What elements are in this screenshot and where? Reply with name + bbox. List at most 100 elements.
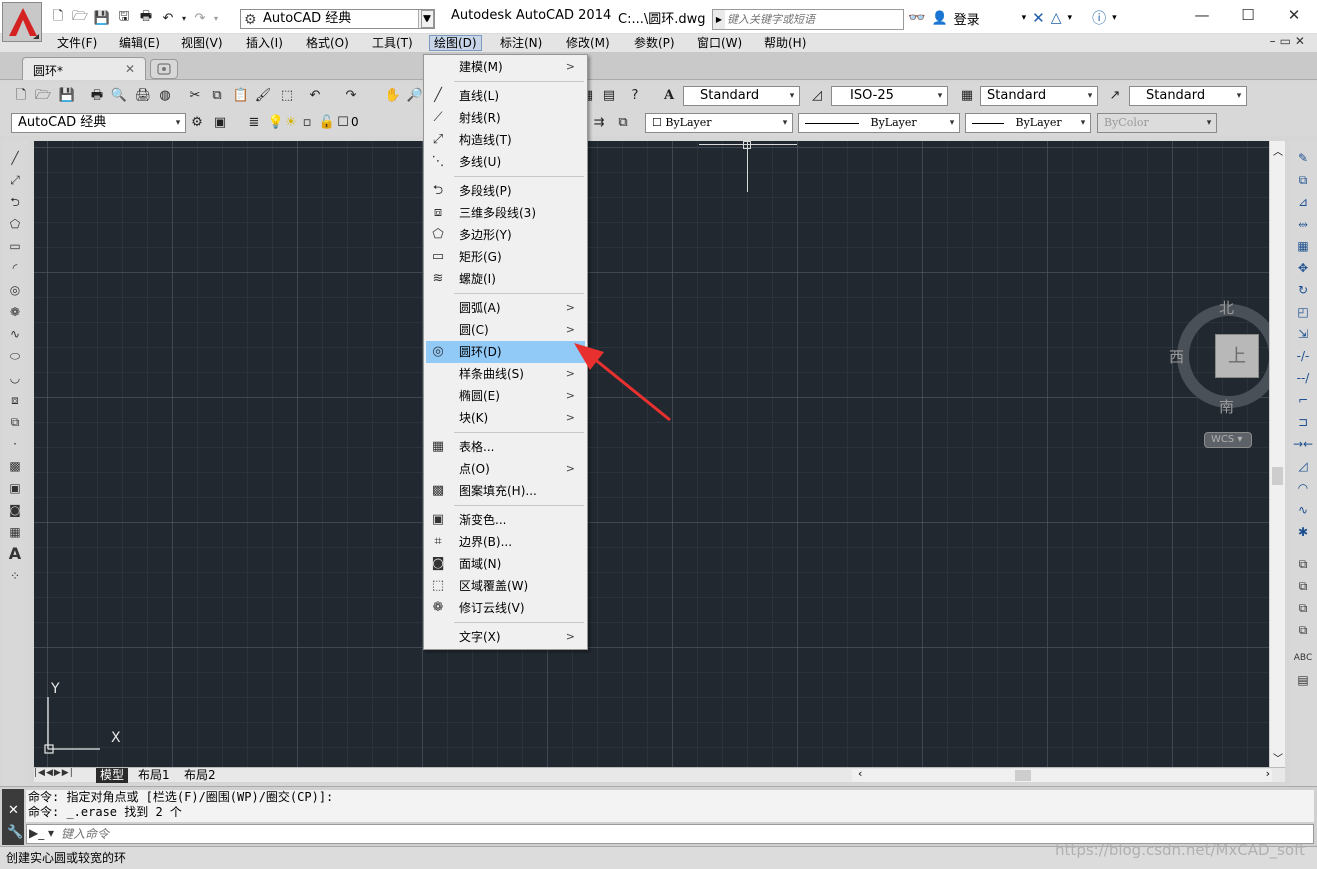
insert-block-icon[interactable]: ⧈ xyxy=(5,390,25,410)
customize-icon[interactable]: 🔧 xyxy=(7,825,23,840)
multileader-style-select[interactable]: Standard ▾ xyxy=(1129,86,1247,106)
scroll-left-icon[interactable]: ‹ xyxy=(858,767,862,780)
close-icon[interactable]: ✕ xyxy=(1271,0,1317,30)
login-dropdown-icon[interactable]: ▾ xyxy=(1022,13,1027,23)
a360-icon[interactable]: △ xyxy=(1051,10,1062,26)
layer-viewport-icon[interactable]: ▫ xyxy=(298,114,316,132)
draworder-above-icon[interactable]: ⧉ xyxy=(1293,598,1313,618)
dim-style-select[interactable]: ISO-25 ▾ xyxy=(831,86,948,106)
chamfer-icon[interactable]: ◿ xyxy=(1293,456,1313,476)
ellipse-icon[interactable]: ⬭ xyxy=(5,346,25,366)
menu-item-revcloud[interactable]: ❁ 修订云线(V) xyxy=(426,597,585,619)
close-command-line-icon[interactable]: ✕ xyxy=(8,803,19,818)
menu-item-3dpoly[interactable]: ⧈ 三维多段线(3) xyxy=(426,202,585,224)
menu-item-polyline[interactable]: ⮌ 多段线(P) xyxy=(426,180,585,202)
redo-dropdown-icon[interactable]: ▾ xyxy=(212,8,220,28)
maximize-icon[interactable]: ☐ xyxy=(1225,0,1271,30)
menu-item-arc[interactable]: 圆弧(A) > xyxy=(426,297,585,319)
menu-window[interactable]: 窗口(W) xyxy=(693,35,746,51)
ellipse-arc-icon[interactable]: ◡ xyxy=(5,368,25,388)
scale-icon[interactable]: ◰ xyxy=(1293,302,1313,322)
mtext-icon[interactable]: A xyxy=(5,544,25,564)
explode-icon[interactable]: ✱ xyxy=(1293,522,1313,542)
menu-item-multiline[interactable]: ⋱ 多线(U) xyxy=(426,151,585,173)
draworder-front-icon[interactable]: ⧉ xyxy=(1293,554,1313,574)
compass-west[interactable]: 西 xyxy=(1169,346,1184,367)
scroll-up-icon[interactable]: ︿ xyxy=(1273,143,1283,158)
arc-icon[interactable]: ◜ xyxy=(5,258,25,278)
layer-color-swatch[interactable]: ☐ xyxy=(334,114,352,132)
open-file-icon[interactable]: 🗁 xyxy=(70,8,90,28)
command-prompt-icon[interactable]: ▶_ ▾ xyxy=(29,826,54,840)
menu-item-polygon[interactable]: ⬠ 多边形(Y) xyxy=(426,224,585,246)
move-icon[interactable]: ✥ xyxy=(1293,258,1313,278)
print-icon[interactable]: 🖶 xyxy=(136,8,156,28)
offset-icon[interactable]: ⥈ xyxy=(1293,214,1313,234)
workspace-select-toolbar[interactable]: AutoCAD 经典 ▾ xyxy=(11,113,186,133)
menu-item-region[interactable]: ◙ 面域(N) xyxy=(426,553,585,575)
application-menu-button[interactable] xyxy=(2,2,42,42)
hatch-back-icon[interactable]: ▤ xyxy=(1293,670,1313,690)
binoculars-icon[interactable]: 👓 xyxy=(908,10,925,26)
save-as-icon[interactable]: 🖫 xyxy=(114,8,134,28)
pan-icon[interactable]: ✋ xyxy=(384,87,402,105)
layer-tool-icon[interactable]: ▣ xyxy=(211,114,229,132)
menu-draw[interactable]: 绘图(D) xyxy=(429,35,482,51)
tab-model[interactable]: 模型 xyxy=(96,768,129,783)
line-icon[interactable]: ╱ xyxy=(5,148,25,168)
zoom-realtime-icon[interactable]: 🔎 xyxy=(406,87,424,105)
menu-tools[interactable]: 工具(T) xyxy=(368,35,417,51)
rotate-icon[interactable]: ↻ xyxy=(1293,280,1313,300)
circle-icon[interactable]: ◎ xyxy=(5,280,25,300)
layer-manager-icon[interactable]: ≣ xyxy=(245,114,263,132)
horizontal-scrollbar[interactable]: ‹ › xyxy=(852,767,1272,782)
draworder-back-icon[interactable]: ⧉ xyxy=(1293,576,1313,596)
point-icon[interactable]: · xyxy=(5,434,25,454)
help-dropdown-icon[interactable]: ▾ xyxy=(1112,13,1117,23)
construction-line-icon[interactable]: ⤢ xyxy=(5,170,25,190)
menu-view[interactable]: 视图(V) xyxy=(177,35,227,51)
menu-item-circle[interactable]: 圆(C) > xyxy=(426,319,585,341)
menu-item-wipeout[interactable]: ⬚ 区域覆盖(W) xyxy=(426,575,585,597)
menu-item-block[interactable]: 块(K) > xyxy=(426,407,585,429)
table-style-icon[interactable]: ▦ xyxy=(958,87,976,105)
copy-icon[interactable]: ⧉ xyxy=(208,87,226,105)
menu-item-modeling[interactable]: 建模(M) > xyxy=(426,56,585,78)
region-icon[interactable]: ◙ xyxy=(5,500,25,520)
a360-dropdown-icon[interactable]: ▾ xyxy=(1068,13,1073,23)
workspace-settings-icon[interactable]: ⚙ xyxy=(188,114,206,132)
horizontal-scroll-thumb[interactable] xyxy=(1015,770,1031,781)
workspace-select[interactable]: ⚙ AutoCAD 经典 ▼ xyxy=(240,9,435,29)
command-input[interactable] xyxy=(61,826,1301,842)
login-button[interactable]: 登录 xyxy=(954,9,980,28)
exchange-icon[interactable]: ✕ xyxy=(1032,9,1045,27)
search-input[interactable] xyxy=(727,11,901,28)
hatch-icon[interactable]: ▩ xyxy=(5,456,25,476)
menu-item-ray[interactable]: ⟋ 射线(R) xyxy=(426,107,585,129)
close-tab-icon[interactable]: ✕ xyxy=(125,62,135,76)
erase-icon[interactable]: ✎ xyxy=(1293,148,1313,168)
command-line-handle[interactable]: ✕ 🔧 xyxy=(2,789,24,845)
table-style-select[interactable]: Standard ▾ xyxy=(980,86,1098,106)
new-file-icon[interactable]: 🗋 xyxy=(48,8,68,28)
copy-object-icon[interactable]: ⧉ xyxy=(1293,170,1313,190)
array-icon[interactable]: ▦ xyxy=(1293,236,1313,256)
break-at-point-icon[interactable]: ⌐ xyxy=(1293,390,1313,410)
break-icon[interactable]: ⊐ xyxy=(1293,412,1313,432)
text-front-icon[interactable]: ABC xyxy=(1293,648,1313,668)
menu-item-donut[interactable]: ◎ 圆环(D) xyxy=(426,341,585,363)
lineweight-select[interactable]: ByLayer ▾ xyxy=(965,113,1091,133)
menu-item-table[interactable]: ▦ 表格... xyxy=(426,436,585,458)
dim-style-icon[interactable]: ◿ xyxy=(808,87,826,105)
menu-file[interactable]: 文件(F) xyxy=(53,35,101,51)
menu-help[interactable]: 帮助(H) xyxy=(760,35,810,51)
redo-icon[interactable]: ↷ xyxy=(342,87,360,105)
revision-cloud-icon[interactable]: ❁ xyxy=(5,302,25,322)
vertical-scrollbar[interactable]: ︿ ﹀ xyxy=(1269,141,1285,767)
menu-item-rectangle[interactable]: ▭ 矩形(G) xyxy=(426,246,585,268)
save-icon[interactable]: 💾 xyxy=(58,87,76,105)
stretch-icon[interactable]: ⇲ xyxy=(1293,324,1313,344)
undo-dropdown-icon[interactable]: ▾ xyxy=(180,8,188,28)
vertical-scroll-thumb[interactable] xyxy=(1272,467,1283,485)
minimize-icon[interactable]: — xyxy=(1179,0,1225,30)
